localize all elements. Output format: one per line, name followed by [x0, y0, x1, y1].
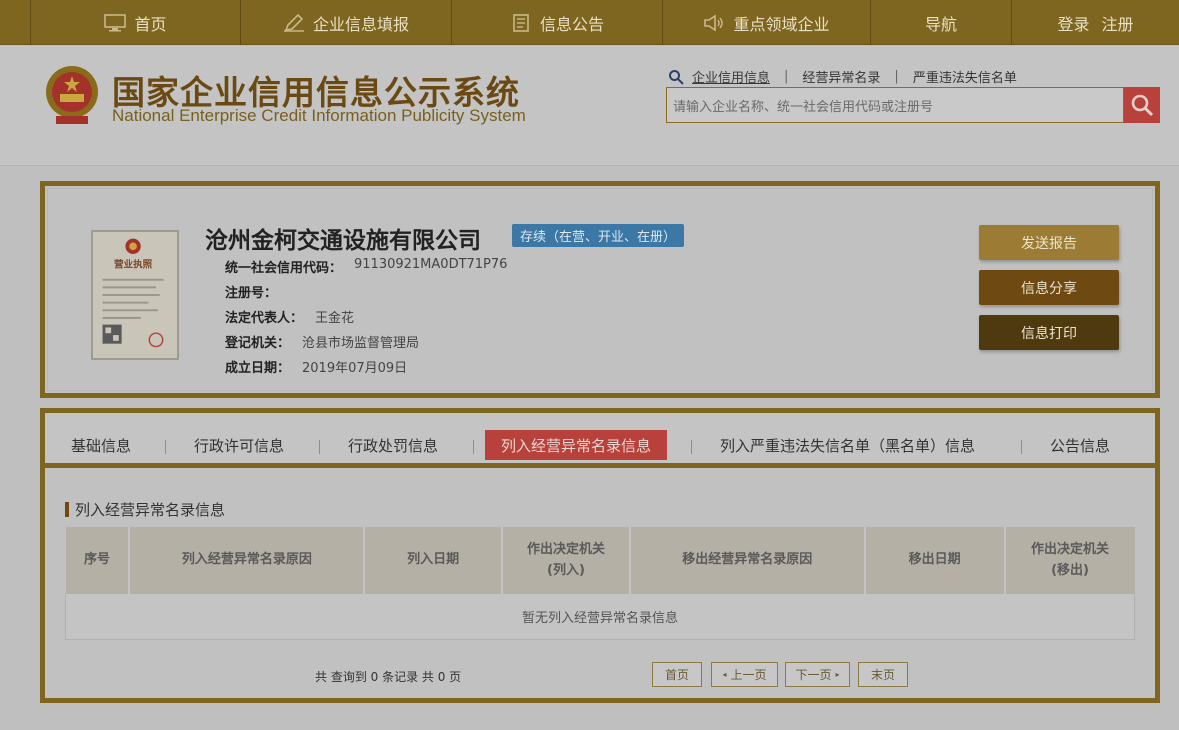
table-header-row: 序号 列入经营异常名录原因 列入日期 作出决定机关 (列入) 移出经营异常名录原… — [65, 527, 1135, 593]
search-button[interactable] — [1124, 87, 1160, 123]
tab-abnormal-list[interactable]: 列入经营异常名录信息 — [485, 430, 668, 460]
monitor-icon — [104, 13, 127, 32]
tab-bar: 基础信息 行政许可信息 行政处罚信息 列入经营异常名录信息 列入严重违法失信名单… — [45, 413, 1155, 468]
status-badge: 存续（在营、开业、在册） — [512, 224, 685, 247]
col-listing-reason: 列入经营异常名录原因 — [129, 527, 366, 593]
site-title-en: National Enterprise Credit Information P… — [112, 106, 526, 125]
empty-table-message: 暂无列入经营异常名录信息 — [65, 592, 1135, 640]
nav-guide-label: 导航 — [924, 14, 957, 34]
search-category-links: 企业信用信息 | 经营异常名录 | 严重违法失信名单 — [668, 67, 1017, 86]
top-navigation: 首页 企业信息填报 信息公告 重点领域企业 导航 登录 注册 — [0, 0, 1179, 45]
nav-enterprise-report[interactable]: 企业信息填报 — [241, 0, 452, 45]
record-count: 共 查询到 0 条记录 共 0 页 — [315, 670, 462, 684]
tab-announcements[interactable]: 公告信息 — [1050, 430, 1110, 460]
pager-first-button[interactable]: 首页 — [652, 662, 702, 687]
tab-separator — [319, 440, 320, 454]
company-info-panel: 营业执照 沧州金柯交通设施有限公司 存续（在营、开业、在册） 统一社会信用代码：… — [40, 181, 1160, 398]
search-input[interactable]: 请输入企业名称、统一社会信用代码或注册号 — [666, 87, 1124, 123]
pen-icon — [283, 13, 305, 32]
pager-prev-label: 上一页 — [730, 668, 767, 682]
pager-last-button[interactable]: 末页 — [858, 662, 908, 687]
share-info-button[interactable]: 信息分享 — [979, 270, 1119, 305]
search-icon — [1131, 94, 1154, 117]
login-link[interactable]: 登录 — [1057, 11, 1089, 35]
info-label: 注册号： — [225, 286, 278, 301]
link-abnormal-list[interactable]: 经营异常名录 — [802, 67, 880, 86]
info-value: 王金花 — [315, 311, 355, 326]
info-value: 91130921MA0DT71P76 — [354, 257, 508, 272]
info-value: 2019年07月09日 — [302, 361, 408, 376]
info-label: 成立日期： — [225, 361, 291, 376]
license-heading-text: 营业执照 — [114, 258, 153, 270]
national-emblem-icon — [42, 64, 102, 126]
tab-separator — [473, 440, 474, 454]
nav-guide[interactable]: 导航 — [871, 0, 1012, 45]
register-link[interactable]: 注册 — [1102, 11, 1134, 35]
tab-separator — [691, 440, 692, 454]
send-report-button[interactable]: 发送报告 — [979, 225, 1119, 260]
info-row-credit-code: 统一社会信用代码： 91130921MA0DT71P76 — [225, 257, 507, 276]
company-name: 沧州金柯交通设施有限公司 — [205, 227, 481, 254]
chevron-left-icon: ◂ — [722, 670, 727, 679]
pager-next-button[interactable]: 下一页 ▸ — [785, 662, 850, 687]
chevron-right-icon: ▸ — [835, 670, 840, 679]
section-title-text: 列入经营异常名录信息 — [75, 501, 226, 519]
pager-prev-button[interactable]: ◂ 上一页 — [711, 662, 778, 687]
col-index: 序号 — [65, 527, 131, 593]
info-label: 法定代表人： — [225, 311, 304, 326]
tab-separator — [1021, 440, 1022, 454]
col-decision-authority-out: 作出决定机关 (移出) — [1004, 527, 1135, 593]
table-row: 暂无列入经营异常名录信息 — [65, 592, 1135, 640]
tab-admin-license[interactable]: 行政许可信息 — [194, 430, 284, 460]
section-title-marker — [65, 502, 69, 517]
nav-enterprise-report-label: 企业信息填报 — [312, 14, 409, 34]
col-removal-reason: 移出经营异常名录原因 — [629, 527, 866, 593]
tab-admin-penalty[interactable]: 行政处罚信息 — [348, 430, 438, 460]
col-listing-date: 列入日期 — [364, 527, 504, 593]
magnifier-icon — [669, 69, 684, 85]
col-removal-date: 移出日期 — [864, 527, 1006, 593]
print-info-button[interactable]: 信息打印 — [979, 315, 1119, 350]
detail-tabs-panel: 基础信息 行政许可信息 行政处罚信息 列入经营异常名录信息 列入严重违法失信名单… — [40, 408, 1160, 703]
info-row-reg-number: 注册号： — [225, 282, 289, 301]
info-row-authority: 登记机关： 沧县市场监督管理局 — [225, 332, 419, 351]
nav-home-label: 首页 — [134, 14, 167, 34]
nav-announcements[interactable]: 信息公告 — [452, 0, 663, 45]
nav-home[interactable]: 首页 — [30, 0, 241, 45]
col-decision-authority-in: 作出决定机关 (列入) — [502, 527, 631, 593]
info-label: 统一社会信用代码： — [225, 261, 343, 276]
link-blacklist[interactable]: 严重违法失信名单 — [913, 67, 1017, 86]
document-icon — [510, 13, 532, 32]
info-row-legal-rep: 法定代表人： 王金花 — [225, 307, 354, 326]
link-enterprise-credit[interactable]: 企业信用信息 — [692, 67, 770, 86]
link-separator: | — [894, 69, 899, 84]
speaker-icon — [703, 14, 725, 32]
pager-next-label: 下一页 — [795, 668, 832, 682]
nav-key-sector[interactable]: 重点领域企业 — [663, 0, 871, 45]
tab-basic-info[interactable]: 基础信息 — [71, 430, 131, 460]
info-value: 沧县市场监督管理局 — [302, 336, 420, 351]
nav-announcements-label: 信息公告 — [539, 14, 604, 34]
tab-blacklist[interactable]: 列入严重违法失信名单（黑名单）信息 — [720, 430, 975, 460]
section-title: 列入经营异常名录信息 — [65, 499, 225, 520]
info-row-established: 成立日期： 2019年07月09日 — [225, 357, 407, 376]
link-separator: | — [784, 69, 789, 84]
auth-links: 登录 注册 — [1012, 0, 1179, 45]
abnormal-list-table: 序号 列入经营异常名录原因 列入日期 作出决定机关 (列入) 移出经营异常名录原… — [65, 527, 1135, 640]
business-license-thumbnail[interactable]: 营业执照 — [91, 230, 179, 360]
site-header: 国家企业信用信息公示系统 National Enterprise Credit … — [0, 46, 1179, 166]
tab-separator — [165, 440, 166, 454]
info-label: 登记机关： — [225, 336, 291, 351]
nav-key-sector-label: 重点领域企业 — [733, 14, 830, 34]
